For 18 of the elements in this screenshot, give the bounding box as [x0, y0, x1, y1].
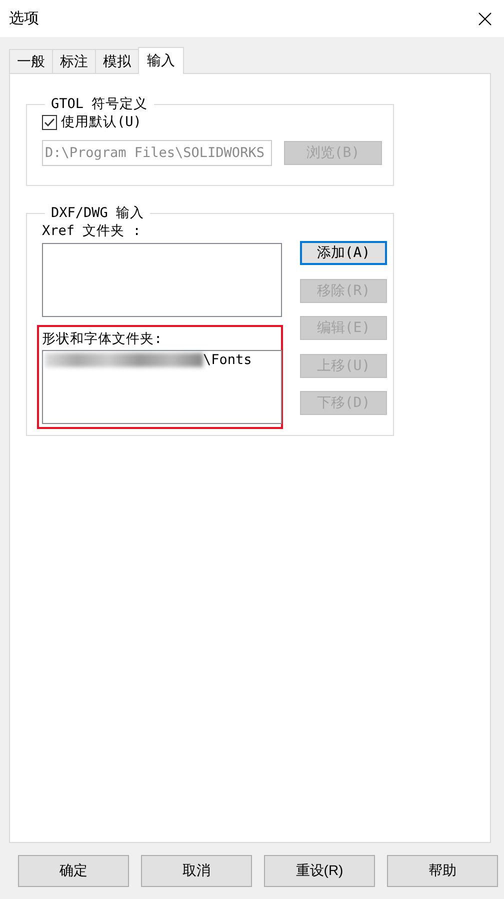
tab[interactable]: 输入 — [138, 47, 184, 74]
window-title: 选项 — [9, 9, 39, 28]
list-action-button[interactable]: 添加(A) — [300, 241, 387, 265]
dialog-button[interactable]: 帮助 — [387, 855, 498, 887]
checkbox[interactable] — [42, 114, 57, 130]
dialog-button[interactable]: 确定 — [18, 855, 129, 887]
group-title: DXF/DWG 输入 — [50, 204, 146, 222]
checkbox-label: 使用默认(U) — [61, 113, 142, 131]
tab[interactable]: 一般 — [9, 49, 53, 73]
folder-label: 形状和字体文件夹: — [42, 331, 162, 347]
close-icon[interactable] — [478, 12, 492, 26]
font-folder-list[interactable]: \Fonts — [42, 350, 282, 424]
folder-label: Xref 文件夹 : — [42, 222, 142, 240]
dialog-button[interactable]: 重设(R) — [264, 855, 375, 887]
group-title: GTOL 符号定义 — [50, 95, 149, 113]
dialog-button[interactable]: 取消 — [141, 855, 252, 887]
list-item[interactable]: \Fonts — [203, 352, 252, 368]
xref-folder-list[interactable] — [42, 243, 282, 317]
